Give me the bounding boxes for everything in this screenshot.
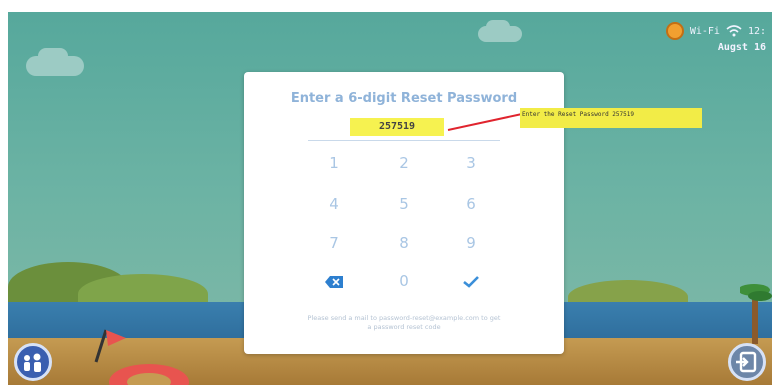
- key-0[interactable]: 0: [384, 268, 424, 294]
- confirm-key[interactable]: [451, 268, 491, 294]
- key-6[interactable]: 6: [451, 191, 491, 217]
- key-9[interactable]: 9: [451, 230, 491, 256]
- key-7[interactable]: 7: [314, 230, 354, 256]
- exit-button[interactable]: [728, 343, 766, 381]
- footer-line-2: a password reset code: [367, 323, 441, 331]
- cloud: [38, 48, 68, 64]
- dialog-title: Enter a 6-digit Reset Password: [290, 91, 518, 106]
- app-screen: Wi-Fi 12: Augst 16 Enter a 6-digit Reset…: [8, 12, 772, 385]
- password-underline: [308, 140, 500, 141]
- coin-icon: [665, 22, 684, 40]
- palm-tree: [740, 284, 772, 344]
- date-label: Augst 16: [717, 42, 766, 53]
- clock: 12:: [747, 25, 766, 37]
- checkmark-icon: [463, 275, 479, 288]
- key-2[interactable]: 2: [384, 150, 424, 176]
- key-1[interactable]: 1: [314, 150, 354, 176]
- key-4[interactable]: 4: [314, 191, 354, 217]
- flag: [94, 329, 126, 363]
- wifi-icon: [726, 25, 742, 37]
- password-field[interactable]: 257519: [350, 118, 444, 136]
- dialog-footer-note: Please send a mail to password-reset@exa…: [262, 314, 546, 332]
- annotation-note: Enter the Reset Password 257519: [520, 108, 702, 128]
- key-5[interactable]: 5: [384, 191, 424, 217]
- footer-line-1: Please send a mail to password-reset@exa…: [307, 314, 501, 322]
- wifi-label: Wi-Fi: [689, 25, 720, 37]
- backspace-key[interactable]: [314, 268, 354, 294]
- key-8[interactable]: 8: [384, 230, 424, 256]
- status-bar: Wi-Fi 12:: [665, 22, 766, 40]
- exit-icon: [736, 351, 757, 373]
- family-button[interactable]: [14, 343, 52, 381]
- annotation-arrow: [447, 113, 523, 131]
- family-icon: [24, 353, 41, 372]
- key-3[interactable]: 3: [451, 150, 491, 176]
- backspace-icon: [325, 275, 343, 288]
- cloud: [486, 20, 510, 34]
